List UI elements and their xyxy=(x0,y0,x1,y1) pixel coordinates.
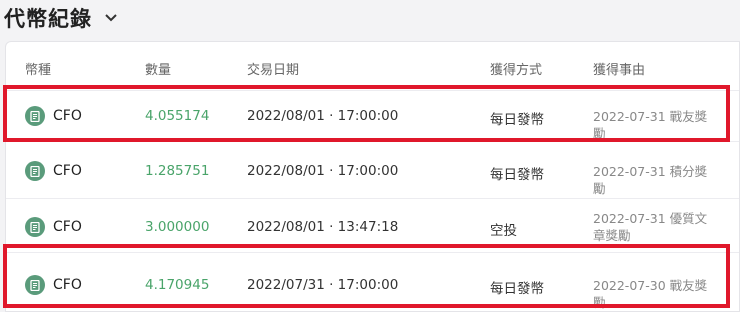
amount-cell: 3.000000 xyxy=(145,219,210,235)
table-header: 幣種 數量 交易日期 獲得方式 獲得事由 xyxy=(6,42,739,90)
token-records-table: 幣種 數量 交易日期 獲得方式 獲得事由 CFO 4.055174 2022/0… xyxy=(5,41,740,312)
cfo-coin-icon xyxy=(25,217,45,237)
currency-cell: CFO xyxy=(53,277,82,293)
currency-cell: CFO xyxy=(53,108,82,124)
reason-cell: 2022-07-30 戰友獎勵 xyxy=(593,278,708,310)
date-cell: 2022/07/31 · 17:00:00 xyxy=(247,277,399,293)
cfo-coin-icon xyxy=(25,106,45,126)
date-cell: 2022/08/01 · 13:47:18 xyxy=(247,219,399,235)
method-cell: 每日發幣 xyxy=(490,281,544,297)
table-row: CFO 1.285751 2022/08/01 · 17:00:00 每日發幣 … xyxy=(6,141,739,198)
reason-cell: 2022-07-31 戰友獎勵 xyxy=(593,109,708,141)
header-currency: 幣種 xyxy=(25,63,52,78)
amount-cell: 4.170945 xyxy=(145,277,210,293)
amount-cell: 1.285751 xyxy=(145,163,210,179)
method-cell: 每日發幣 xyxy=(490,112,544,128)
cfo-coin-icon xyxy=(25,275,45,295)
reason-cell: 2022-07-31 積分獎勵 xyxy=(593,164,708,196)
reason-cell: 2022-07-31 優質文章獎勵 xyxy=(593,211,708,243)
table-row: CFO 3.000000 2022/08/01 · 13:47:18 空投 20… xyxy=(6,198,739,252)
currency-cell: CFO xyxy=(53,163,82,179)
header-amount: 數量 xyxy=(145,63,172,78)
date-cell: 2022/08/01 · 17:00:00 xyxy=(247,163,399,179)
method-cell: 空投 xyxy=(490,223,517,239)
amount-cell: 4.055174 xyxy=(145,108,210,124)
method-cell: 每日發幣 xyxy=(490,167,544,183)
cfo-coin-icon xyxy=(25,161,45,181)
currency-cell: CFO xyxy=(53,219,82,235)
page-header: 代幣紀錄 xyxy=(0,0,740,36)
table-row: CFO 4.170945 2022/07/31 · 17:00:00 每日發幣 … xyxy=(6,252,739,311)
page-title: 代幣紀錄 xyxy=(4,7,92,31)
header-date: 交易日期 xyxy=(247,63,300,78)
table-row: CFO 4.055174 2022/08/01 · 17:00:00 每日發幣 … xyxy=(6,90,739,141)
date-cell: 2022/08/01 · 17:00:00 xyxy=(247,108,399,124)
chevron-down-icon[interactable] xyxy=(104,11,118,25)
header-method: 獲得方式 xyxy=(490,63,543,78)
header-reason: 獲得事由 xyxy=(593,63,646,78)
